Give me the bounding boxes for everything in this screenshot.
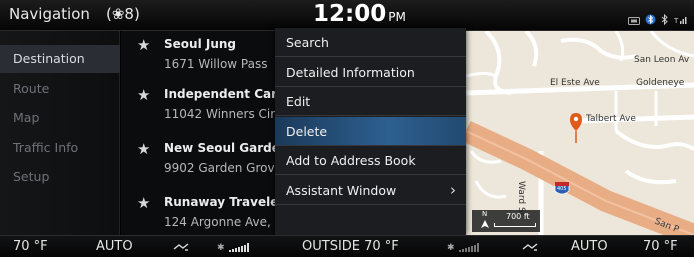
passenger-temp[interactable]: 70 °F bbox=[643, 239, 678, 254]
star-icon: ★ bbox=[137, 140, 151, 158]
list-item[interactable]: ★ Runaway Traveler 124 Argonne Ave, bbox=[121, 189, 275, 235]
north-arrow-icon bbox=[481, 220, 489, 228]
list-item[interactable]: ★ Seoul Jung 1671 Willow Pass bbox=[121, 31, 275, 81]
menu-item-add-to-address-book[interactable]: Add to Address Book bbox=[275, 146, 466, 175]
destination-address: 124 Argonne Ave, bbox=[164, 215, 271, 229]
scale-distance: 700 ft bbox=[506, 212, 530, 221]
destination-address: 1671 Willow Pass bbox=[164, 57, 268, 71]
menu-item-edit[interactable]: Edit bbox=[275, 87, 466, 116]
menu-item-label: Edit bbox=[286, 94, 311, 109]
menu-item-assistant-window[interactable]: Assistant Window › bbox=[275, 176, 466, 205]
sidebar-item-traffic-info[interactable]: Traffic Info bbox=[0, 134, 120, 162]
status-bar: Navigation (❀8) 12:00 PM T bbox=[0, 0, 694, 31]
map-view[interactable]: San Leon Av El Este Ave Goldeneye Talber… bbox=[466, 31, 694, 235]
svg-text:✱: ✱ bbox=[217, 243, 225, 252]
menu-item-label: Assistant Window bbox=[286, 183, 397, 198]
svg-text:T: T bbox=[674, 17, 679, 25]
highway-shield-label: 405 bbox=[557, 186, 567, 192]
list-item[interactable]: ★ Independent Car S 11042 Winners Cir bbox=[121, 81, 275, 131]
menu-item-search[interactable]: Search bbox=[275, 28, 466, 57]
sidebar-item-destination[interactable]: Destination bbox=[0, 45, 120, 73]
sidebar-item-route[interactable]: Route bbox=[0, 75, 120, 103]
star-icon: ★ bbox=[137, 86, 151, 104]
app-title: Navigation bbox=[9, 5, 90, 23]
destination-name: Independent Car S bbox=[164, 87, 275, 101]
sidebar-item-setup[interactable]: Setup bbox=[0, 163, 120, 191]
street-label: Talbert Ave bbox=[586, 114, 636, 124]
svg-text:✱: ✱ bbox=[447, 243, 455, 252]
passenger-auto-mode[interactable]: AUTO bbox=[571, 239, 608, 254]
bluetooth-icon bbox=[645, 10, 656, 29]
clock: 12:00 PM bbox=[313, 1, 406, 27]
menu-item-label: Delete bbox=[286, 124, 328, 139]
status-icons: T bbox=[628, 10, 687, 29]
outside-temp: OUTSIDE 70 °F bbox=[302, 239, 399, 254]
scale-bar bbox=[494, 223, 536, 227]
climate-bar: 70 °F AUTO ✱ OUTSIDE 70 °F ✱ AUTO 70 °F bbox=[0, 235, 694, 257]
phone-projection-icon bbox=[628, 10, 640, 29]
passenger-airflow-icon[interactable] bbox=[521, 241, 539, 256]
signal-strength-icon: T bbox=[673, 10, 687, 29]
street-label: El Este Ave bbox=[550, 78, 600, 88]
destination-name: Seoul Jung bbox=[164, 37, 236, 51]
destination-address: 11042 Winners Cir bbox=[164, 107, 275, 121]
menu-item-detailed-information[interactable]: Detailed Information bbox=[275, 58, 466, 87]
menu-item-label: Detailed Information bbox=[286, 65, 415, 80]
list-item[interactable]: ★ New Seoul Garden 9902 Garden Grov bbox=[121, 135, 275, 185]
destination-address: 9902 Garden Grov bbox=[164, 161, 275, 175]
chevron-right-icon: › bbox=[450, 181, 456, 199]
driver-auto-mode[interactable]: AUTO bbox=[96, 239, 133, 254]
clock-time: 12:00 bbox=[313, 1, 387, 27]
sidebar-item-map[interactable]: Map bbox=[0, 104, 120, 132]
clock-ampm: PM bbox=[388, 10, 406, 24]
north-label: N bbox=[482, 210, 488, 218]
destination-name: Runaway Traveler bbox=[164, 195, 275, 209]
driver-temp[interactable]: 70 °F bbox=[13, 239, 48, 254]
street-label: San Leon Av bbox=[634, 55, 690, 65]
bluetooth-audio-icon bbox=[661, 10, 669, 29]
driver-airflow-icon[interactable] bbox=[172, 241, 190, 256]
menu-item-label: Search bbox=[286, 35, 329, 50]
destination-name: New Seoul Garden bbox=[164, 141, 275, 155]
driver-fan-speed-icon[interactable]: ✱ bbox=[217, 241, 257, 256]
menu-item-delete[interactable]: Delete bbox=[275, 117, 466, 146]
destination-list: ★ Seoul Jung 1671 Willow Pass ★ Independ… bbox=[121, 31, 275, 235]
context-menu: Search Detailed Information Edit Delete … bbox=[275, 28, 466, 235]
sidebar: Destination Route Map Traffic Info Setup bbox=[0, 31, 120, 235]
street-label: Goldeneye bbox=[636, 78, 685, 88]
map-scale: N 700 ft bbox=[472, 210, 540, 232]
passenger-fan-speed-icon[interactable]: ✱ bbox=[447, 241, 487, 256]
star-icon: ★ bbox=[137, 194, 151, 212]
destination-count: (❀8) bbox=[106, 5, 140, 23]
star-icon: ★ bbox=[137, 36, 151, 54]
menu-item-label: Add to Address Book bbox=[286, 153, 416, 168]
